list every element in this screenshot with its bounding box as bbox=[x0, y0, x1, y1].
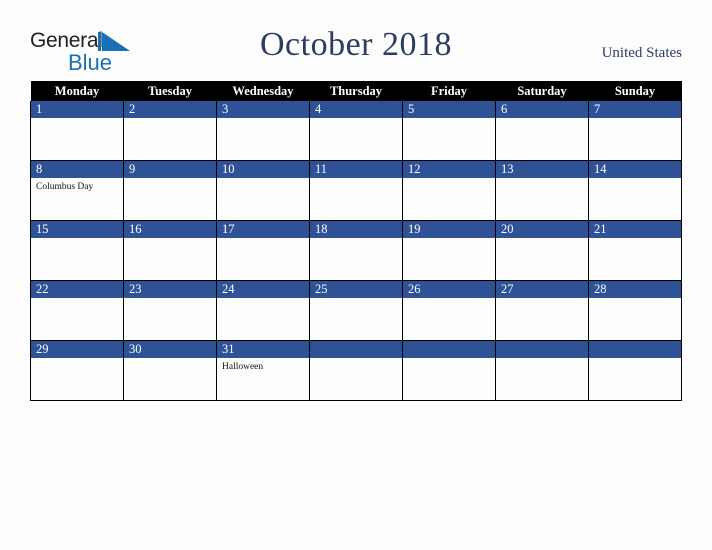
day-event-list: Columbus Day bbox=[31, 178, 123, 193]
calendar-day-cell[interactable]: 3 bbox=[216, 101, 310, 161]
day-number: 15 bbox=[31, 221, 123, 238]
weekday-header-tuesday: Tuesday bbox=[123, 81, 217, 101]
day-number: 28 bbox=[589, 281, 681, 298]
holiday-event-label: Halloween bbox=[222, 362, 264, 372]
calendar-empty-cell[interactable] bbox=[402, 340, 496, 401]
calendar-day-cell[interactable]: 17 bbox=[216, 220, 310, 281]
day-number: 17 bbox=[217, 221, 309, 238]
day-number: 8 bbox=[31, 161, 123, 178]
calendar-day-cell[interactable]: 1 bbox=[30, 101, 124, 161]
day-number: 14 bbox=[589, 161, 681, 178]
calendar-day-cell[interactable]: 24 bbox=[216, 280, 310, 341]
calendar-day-cell[interactable]: 16 bbox=[123, 220, 217, 281]
weekday-header-monday: Monday bbox=[30, 81, 124, 101]
calendar-empty-cell[interactable] bbox=[588, 340, 682, 401]
calendar-day-cell[interactable]: 19 bbox=[402, 220, 496, 281]
day-number: 22 bbox=[31, 281, 123, 298]
day-number: 30 bbox=[124, 341, 216, 358]
day-number: 16 bbox=[124, 221, 216, 238]
calendar-week-row: 22 23 24 25 26 27 28 bbox=[30, 280, 682, 341]
day-number: 10 bbox=[217, 161, 309, 178]
calendar-day-cell[interactable]: 30 bbox=[123, 340, 217, 401]
calendar-day-cell[interactable]: 10 bbox=[216, 160, 310, 221]
calendar-day-cell[interactable]: 5 bbox=[402, 101, 496, 161]
day-number: 26 bbox=[403, 281, 495, 298]
day-number bbox=[403, 341, 495, 358]
day-number: 25 bbox=[310, 281, 402, 298]
calendar-day-cell[interactable]: 28 bbox=[588, 280, 682, 341]
month-calendar-table: Monday Tuesday Wednesday Thursday Friday… bbox=[30, 81, 682, 401]
calendar-empty-cell[interactable] bbox=[309, 340, 403, 401]
day-number bbox=[589, 341, 681, 358]
weekday-header-wednesday: Wednesday bbox=[216, 81, 310, 101]
day-number bbox=[496, 341, 588, 358]
day-number: 21 bbox=[589, 221, 681, 238]
calendar-day-cell[interactable]: 25 bbox=[309, 280, 403, 341]
day-number: 27 bbox=[496, 281, 588, 298]
calendar-day-cell[interactable]: 31 Halloween bbox=[216, 340, 310, 401]
calendar-week-row: 8 Columbus Day 9 10 11 12 13 14 bbox=[30, 160, 682, 221]
calendar-day-cell[interactable]: 18 bbox=[309, 220, 403, 281]
holiday-event-label: Columbus Day bbox=[36, 182, 94, 192]
calendar-empty-cell[interactable] bbox=[495, 340, 589, 401]
weekday-header-thursday: Thursday bbox=[309, 81, 403, 101]
day-number: 4 bbox=[310, 101, 402, 118]
calendar-day-cell[interactable]: 26 bbox=[402, 280, 496, 341]
day-number: 24 bbox=[217, 281, 309, 298]
weekday-header-saturday: Saturday bbox=[495, 81, 589, 101]
calendar-day-cell[interactable]: 7 bbox=[588, 101, 682, 161]
calendar-day-cell[interactable]: 21 bbox=[588, 220, 682, 281]
weekday-header-sunday: Sunday bbox=[588, 81, 682, 101]
day-number: 23 bbox=[124, 281, 216, 298]
day-number: 20 bbox=[496, 221, 588, 238]
calendar-week-row: 15 16 17 18 19 20 21 bbox=[30, 220, 682, 281]
calendar-day-cell[interactable]: 29 bbox=[30, 340, 124, 401]
calendar-day-cell[interactable]: 11 bbox=[309, 160, 403, 221]
calendar-body: 1 2 3 4 5 6 7 8 Columbus Day 9 10 11 12 13 14 15 16 17 18 1… bbox=[30, 101, 682, 401]
country-label: United States bbox=[601, 45, 682, 61]
calendar-day-cell[interactable]: 13 bbox=[495, 160, 589, 221]
calendar-day-cell[interactable]: 14 bbox=[588, 160, 682, 221]
calendar-day-cell[interactable]: 8 Columbus Day bbox=[30, 160, 124, 221]
day-number: 31 bbox=[217, 341, 309, 358]
day-event-list: Halloween bbox=[217, 358, 309, 373]
calendar-day-cell[interactable]: 6 bbox=[495, 101, 589, 161]
day-number: 1 bbox=[31, 101, 123, 118]
day-number: 12 bbox=[403, 161, 495, 178]
calendar-day-cell[interactable]: 2 bbox=[123, 101, 217, 161]
day-number: 13 bbox=[496, 161, 588, 178]
day-number: 5 bbox=[403, 101, 495, 118]
day-number: 2 bbox=[124, 101, 216, 118]
day-number bbox=[310, 341, 402, 358]
day-number: 9 bbox=[124, 161, 216, 178]
day-number: 6 bbox=[496, 101, 588, 118]
calendar-day-cell[interactable]: 27 bbox=[495, 280, 589, 341]
calendar-page: General Blue October 2018 United States … bbox=[0, 0, 712, 550]
day-number: 29 bbox=[31, 341, 123, 358]
calendar-day-cell[interactable]: 15 bbox=[30, 220, 124, 281]
weekday-header-friday: Friday bbox=[402, 81, 496, 101]
day-number: 3 bbox=[217, 101, 309, 118]
calendar-day-cell[interactable]: 20 bbox=[495, 220, 589, 281]
calendar-day-cell[interactable]: 9 bbox=[123, 160, 217, 221]
calendar-day-cell[interactable]: 23 bbox=[123, 280, 217, 341]
calendar-week-row: 1234567 bbox=[30, 101, 682, 161]
day-number: 11 bbox=[310, 161, 402, 178]
calendar-day-cell[interactable]: 12 bbox=[402, 160, 496, 221]
day-number: 7 bbox=[589, 101, 681, 118]
page-header: General Blue October 2018 United States bbox=[0, 0, 712, 80]
day-number: 19 bbox=[403, 221, 495, 238]
calendar-day-cell[interactable]: 22 bbox=[30, 280, 124, 341]
calendar-day-cell[interactable]: 4 bbox=[309, 101, 403, 161]
calendar-week-row: 29 30 31 Halloween bbox=[30, 340, 682, 401]
weekday-header-row: Monday Tuesday Wednesday Thursday Friday… bbox=[30, 81, 682, 101]
day-number: 18 bbox=[310, 221, 402, 238]
